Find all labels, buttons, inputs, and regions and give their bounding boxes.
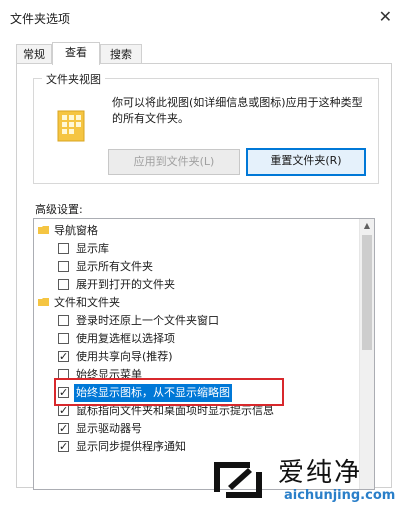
checkbox-checked[interactable]: ✓ xyxy=(58,350,69,363)
list-group-header: 导航窗格 xyxy=(34,222,360,240)
scroll-up-icon[interactable]: ▲ xyxy=(360,219,374,233)
close-icon[interactable]: ✕ xyxy=(379,7,392,26)
tab-search[interactable]: 搜索 xyxy=(100,44,142,65)
checkbox[interactable] xyxy=(58,243,69,254)
window-title: 文件夹选项 xyxy=(10,12,71,26)
advanced-settings-label: 高级设置: xyxy=(35,203,83,216)
watermark-name: 爱纯净 xyxy=(278,458,363,488)
checkbox-checked[interactable]: ✓ xyxy=(58,440,69,453)
list-item[interactable]: ✓ 使用共享向导(推荐) xyxy=(34,348,360,366)
list-item[interactable]: ✓ 显示驱动器号 xyxy=(34,420,360,438)
tab-general[interactable]: 常规 xyxy=(16,44,52,65)
title-bar: 文件夹选项 ✕ xyxy=(0,0,404,34)
checkbox-checked[interactable]: ✓ xyxy=(58,422,69,435)
watermark-logo-icon xyxy=(214,462,262,498)
watermark-url: aichunjing.com xyxy=(284,488,396,503)
checkbox-checked[interactable]: ✓ xyxy=(58,404,69,417)
scrollbar-thumb[interactable] xyxy=(362,235,372,350)
check-icon: ✓ xyxy=(59,440,69,453)
folder-icon xyxy=(38,226,49,234)
checkbox[interactable] xyxy=(58,279,69,290)
list-item[interactable]: 使用复选框以选择项 xyxy=(34,330,360,348)
list-item[interactable]: 显示所有文件夹 xyxy=(34,258,360,276)
watermark: 爱纯净 aichunjing.com xyxy=(198,450,404,510)
tab-view[interactable]: 查看 xyxy=(52,42,100,65)
folder-views-description: 你可以将此视图(如详细信息或图标)应用于这种类型的所有文件夹。 xyxy=(112,96,363,125)
list-group-header: 文件和文件夹 xyxy=(34,294,360,312)
view-tab-panel: 文件夹视图 你可以将此视图(如详细信息或图标)应用于这种类型的所有文件夹。 应用… xyxy=(16,63,392,490)
checkbox[interactable] xyxy=(58,315,69,326)
list-item[interactable]: 展开到打开的文件夹 xyxy=(34,276,360,294)
list-item[interactable]: 显示库 xyxy=(34,240,360,258)
highlight-annotation xyxy=(54,378,284,406)
checkbox[interactable] xyxy=(58,333,69,344)
list-item[interactable]: 登录时还原上一个文件夹窗口 xyxy=(34,312,360,330)
folder-icon xyxy=(38,298,49,306)
vertical-scrollbar[interactable]: ▲ xyxy=(359,219,374,489)
folder-view-icon xyxy=(57,110,85,142)
reset-folders-button[interactable]: 重置文件夹(R) xyxy=(246,148,366,176)
apply-to-folders-button[interactable]: 应用到文件夹(L) xyxy=(108,149,240,175)
check-icon: ✓ xyxy=(59,350,69,363)
folder-views-title: 文件夹视图 xyxy=(42,71,105,87)
check-icon: ✓ xyxy=(59,422,69,435)
folder-views-group: 文件夹视图 你可以将此视图(如详细信息或图标)应用于这种类型的所有文件夹。 应用… xyxy=(33,71,379,184)
checkbox[interactable] xyxy=(58,261,69,272)
